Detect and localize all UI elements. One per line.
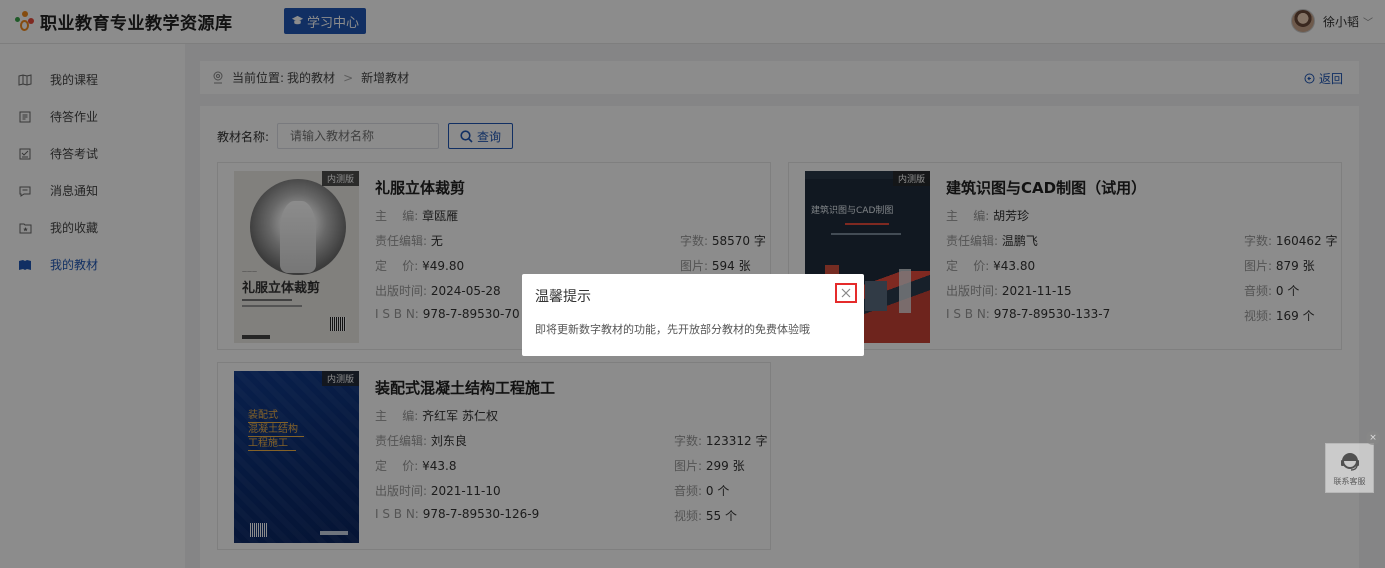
notice-dialog: 温馨提示 即将更新数字教材的功能，先开放部分教材的免费体验哦	[522, 274, 864, 356]
customer-service-button[interactable]: 联系客服	[1325, 443, 1374, 493]
dialog-close-button[interactable]	[835, 283, 857, 303]
close-icon	[841, 288, 851, 298]
headset-icon	[1340, 452, 1359, 471]
dialog-message: 即将更新数字教材的功能，先开放部分教材的免费体验哦	[535, 323, 810, 336]
dialog-title: 温馨提示	[535, 289, 591, 305]
customer-service-label: 联系客服	[1333, 476, 1366, 486]
close-icon[interactable]: ×	[1366, 431, 1380, 445]
